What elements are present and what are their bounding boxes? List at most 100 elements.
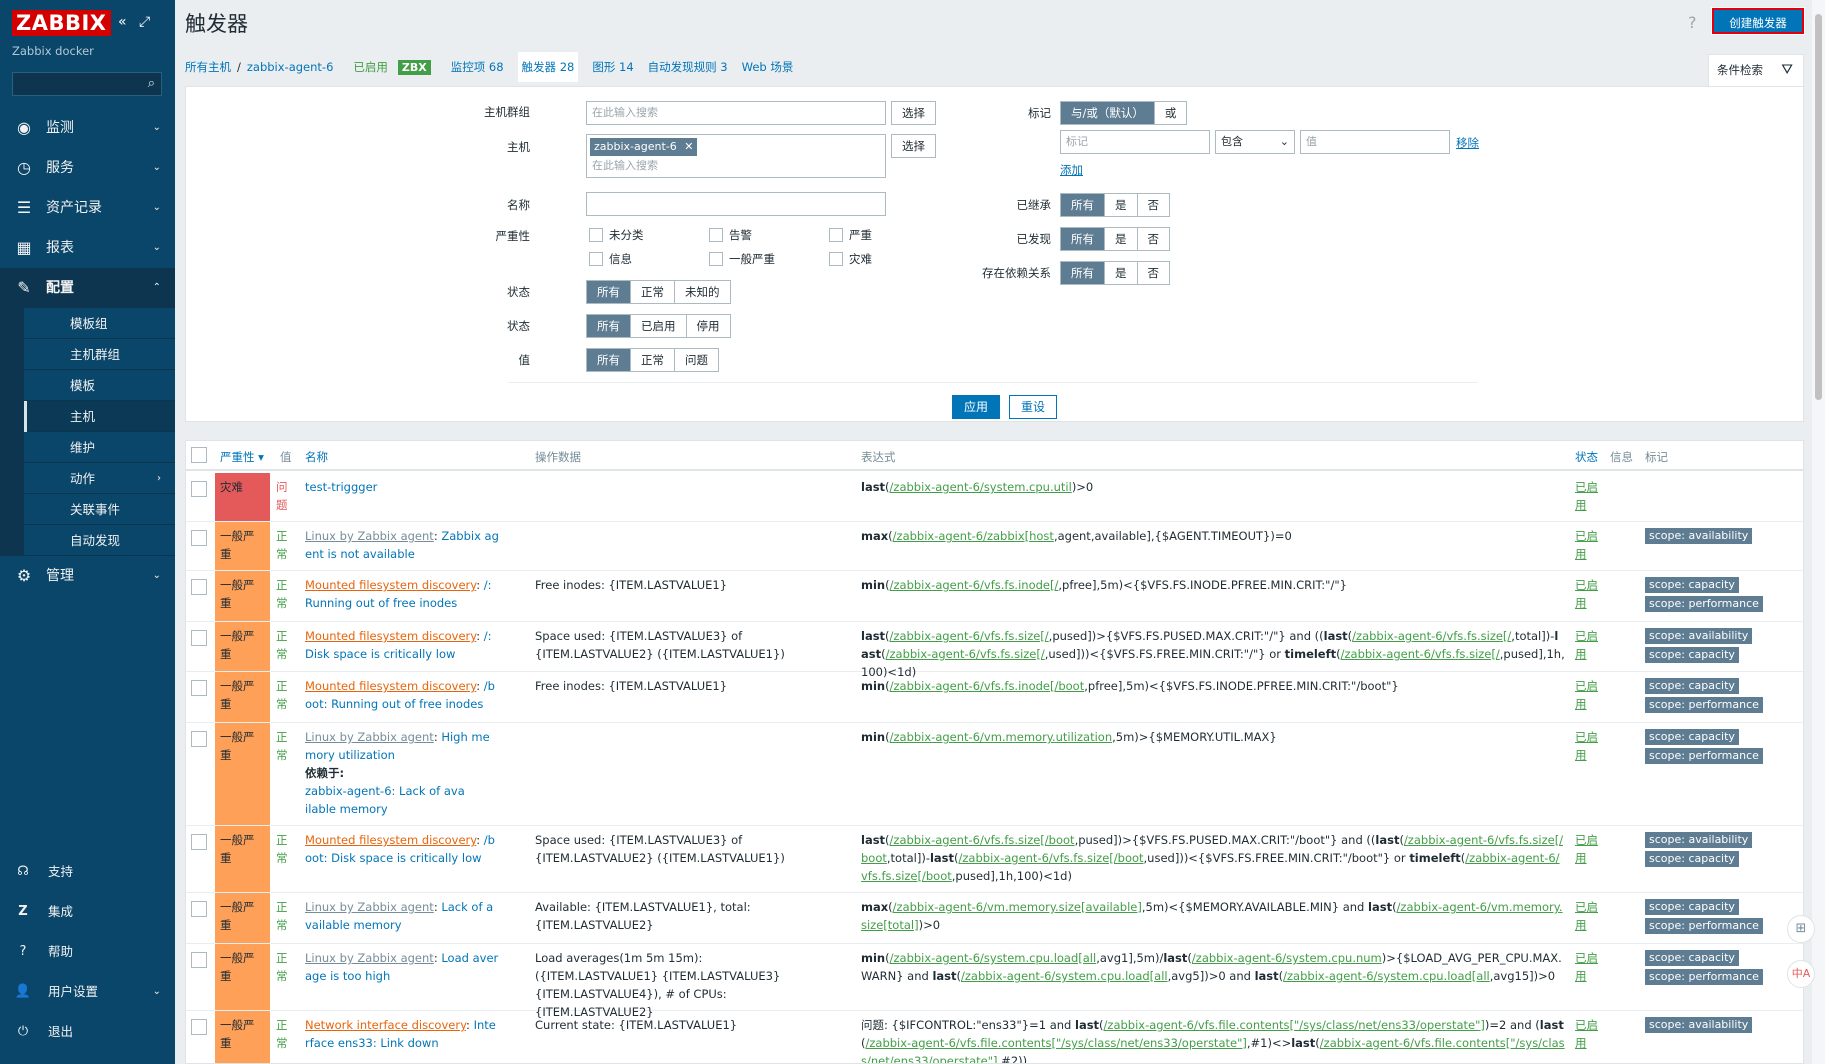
severity-information[interactable]: 信息: [589, 251, 632, 267]
discovered-all[interactable]: 所有: [1061, 228, 1104, 250]
inherited-all[interactable]: 所有: [1061, 194, 1104, 216]
name-prefix-link[interactable]: Mounted filesystem discovery: [305, 578, 476, 592]
header-name[interactable]: 名称: [305, 449, 328, 465]
search-icon[interactable]: ⌕: [148, 76, 155, 91]
discovered-yes[interactable]: 是: [1104, 228, 1137, 250]
dependent-yes[interactable]: 是: [1104, 262, 1137, 284]
value-toggle[interactable]: 所有 正常 问题: [586, 348, 719, 372]
scrollbar-thumb[interactable]: [1815, 14, 1822, 400]
nav-administration[interactable]: ⚙ 管理 ⌄: [0, 556, 175, 596]
tag-add-link[interactable]: 添加: [1060, 162, 1083, 178]
severity-high[interactable]: 严重: [829, 227, 872, 243]
state-unknown[interactable]: 未知的: [674, 281, 730, 303]
row-checkbox[interactable]: [191, 1019, 207, 1035]
header-severity[interactable]: 严重性 ▾: [220, 449, 264, 465]
inherited-toggle[interactable]: 所有 是 否: [1060, 193, 1170, 217]
nav-integrations[interactable]: Z 集成: [0, 892, 175, 932]
tag-badge[interactable]: scope: availability: [1645, 1017, 1753, 1033]
tag-badge[interactable]: scope: performance: [1645, 697, 1763, 713]
tag-remove-link[interactable]: 移除: [1456, 135, 1479, 151]
row-checkbox[interactable]: [191, 579, 207, 595]
expression-text[interactable]: max(/zabbix-agent-6/vm.memory.size[avail…: [861, 900, 1563, 932]
row-checkbox[interactable]: [191, 680, 207, 696]
checkbox[interactable]: [709, 252, 723, 266]
status-link[interactable]: 已启用: [1575, 1016, 1599, 1052]
nav-reports[interactable]: ▦ 报表 ⌄: [0, 228, 175, 268]
nav-signout[interactable]: ⏻ 退出: [0, 1012, 175, 1052]
collapse-icon[interactable]: «: [118, 14, 127, 30]
host-select-button[interactable]: 选择: [891, 134, 936, 158]
tags-or[interactable]: 或: [1153, 102, 1187, 124]
status-link[interactable]: 已启用: [1575, 831, 1599, 867]
select-all-checkbox[interactable]: [191, 447, 207, 463]
severity-not-classified[interactable]: 未分类: [589, 227, 644, 243]
breadcrumb-host[interactable]: zabbix-agent-6: [247, 52, 334, 82]
tag-name-input[interactable]: 标记: [1060, 130, 1210, 154]
tag-badge[interactable]: scope: capacity: [1645, 678, 1739, 694]
grid-icon[interactable]: ⊞: [1787, 915, 1815, 943]
status-link[interactable]: 已启用: [1575, 949, 1599, 985]
status-link[interactable]: 已启用: [1575, 728, 1599, 764]
create-trigger-button[interactable]: 创建触发器: [1711, 7, 1805, 35]
name-prefix-link[interactable]: Linux by Zabbix agent: [305, 730, 434, 744]
severity-disaster[interactable]: 灾难: [829, 251, 872, 267]
tag-badge[interactable]: scope: capacity: [1645, 899, 1739, 915]
nav-support[interactable]: ☊ 支持: [0, 852, 175, 892]
host-groups-input[interactable]: 在此输入搜索: [586, 101, 886, 125]
nav-user-settings[interactable]: 👤 用户设置 ⌄: [0, 972, 175, 1012]
name-prefix-link[interactable]: Mounted filesystem discovery: [305, 833, 476, 847]
tag-badge[interactable]: scope: capacity: [1645, 577, 1739, 593]
sidebar-item-templates[interactable]: 模板: [24, 370, 175, 401]
tag-badge[interactable]: scope: availability: [1645, 832, 1753, 848]
inherited-no[interactable]: 否: [1136, 194, 1169, 216]
severity-warning[interactable]: 告警: [709, 227, 752, 243]
discovered-no[interactable]: 否: [1136, 228, 1169, 250]
sidebar-item-maintenance[interactable]: 维护: [24, 432, 175, 463]
status-link[interactable]: 已启用: [1575, 627, 1599, 663]
tag-badge[interactable]: scope: capacity: [1645, 950, 1739, 966]
language-icon[interactable]: 中A: [1787, 960, 1815, 988]
checkbox[interactable]: [589, 252, 603, 266]
expression-text[interactable]: 问题: {$IFCONTROL:"ens33"}=1 and last(/zab…: [861, 1018, 1565, 1063]
kiosk-icon[interactable]: ⤢: [139, 14, 150, 30]
sidebar-item-actions[interactable]: 动作 ›: [24, 463, 175, 494]
value-all[interactable]: 所有: [587, 349, 630, 371]
remove-chip-icon[interactable]: ✕: [684, 140, 693, 153]
reset-button[interactable]: 重设: [1009, 395, 1057, 419]
tab-items[interactable]: 监控项 68: [451, 52, 504, 82]
row-checkbox[interactable]: [191, 630, 207, 646]
tag-badge[interactable]: scope: capacity: [1645, 851, 1739, 867]
tag-badge[interactable]: scope: performance: [1645, 748, 1763, 764]
help-icon[interactable]: ?: [1688, 13, 1697, 32]
depends-on-link[interactable]: zabbix-agent-6: Lack of available memory: [305, 782, 465, 818]
status-link[interactable]: 已启用: [1575, 576, 1599, 612]
tags-and-or[interactable]: 与/或（默认）: [1061, 102, 1154, 124]
nav-services[interactable]: ◷ 服务 ⌄: [0, 148, 175, 188]
tab-discovery-rules[interactable]: 自动发现规则 3: [648, 52, 728, 82]
zabbix-logo[interactable]: ZABBIX: [12, 10, 111, 36]
status-link[interactable]: 已启用: [1575, 898, 1599, 934]
expression-text[interactable]: min(/zabbix-agent-6/vfs.fs.inode[/boot,p…: [861, 679, 1399, 693]
severity-average[interactable]: 一般严重: [709, 251, 775, 267]
nav-monitoring[interactable]: ◉ 监测 ⌄: [0, 108, 175, 148]
status-link[interactable]: 已启用: [1575, 527, 1599, 563]
status-link[interactable]: 已启用: [1575, 677, 1599, 713]
name-prefix-link[interactable]: Mounted filesystem discovery: [305, 679, 476, 693]
row-checkbox[interactable]: [191, 901, 207, 917]
host-groups-select-button[interactable]: 选择: [891, 101, 936, 125]
name-prefix-link[interactable]: Linux by Zabbix agent: [305, 951, 434, 965]
row-checkbox[interactable]: [191, 952, 207, 968]
sidebar-item-host-groups[interactable]: 主机群组: [24, 339, 175, 370]
expression-text[interactable]: last(/zabbix-agent-6/vfs.fs.size[/boot,p…: [861, 833, 1563, 883]
status-link[interactable]: 已启用: [1575, 478, 1599, 514]
state-all[interactable]: 所有: [587, 281, 630, 303]
name-input[interactable]: [586, 192, 886, 216]
value-problem[interactable]: 问题: [674, 349, 718, 371]
expression-text[interactable]: min(/zabbix-agent-6/vfs.fs.inode[/,pfree…: [861, 578, 1347, 592]
expression-text[interactable]: last(/zabbix-agent-6/system.cpu.util)>0: [861, 480, 1093, 494]
sidebar-item-hosts[interactable]: 主机: [24, 401, 175, 432]
tags-evaltype-toggle[interactable]: 与/或（默认） 或: [1060, 101, 1188, 125]
tab-filter[interactable]: 条件检索 ⛛: [1708, 54, 1804, 86]
name-prefix-link[interactable]: Network interface discovery: [305, 1018, 466, 1032]
name-prefix-link[interactable]: Linux by Zabbix agent: [305, 529, 434, 543]
